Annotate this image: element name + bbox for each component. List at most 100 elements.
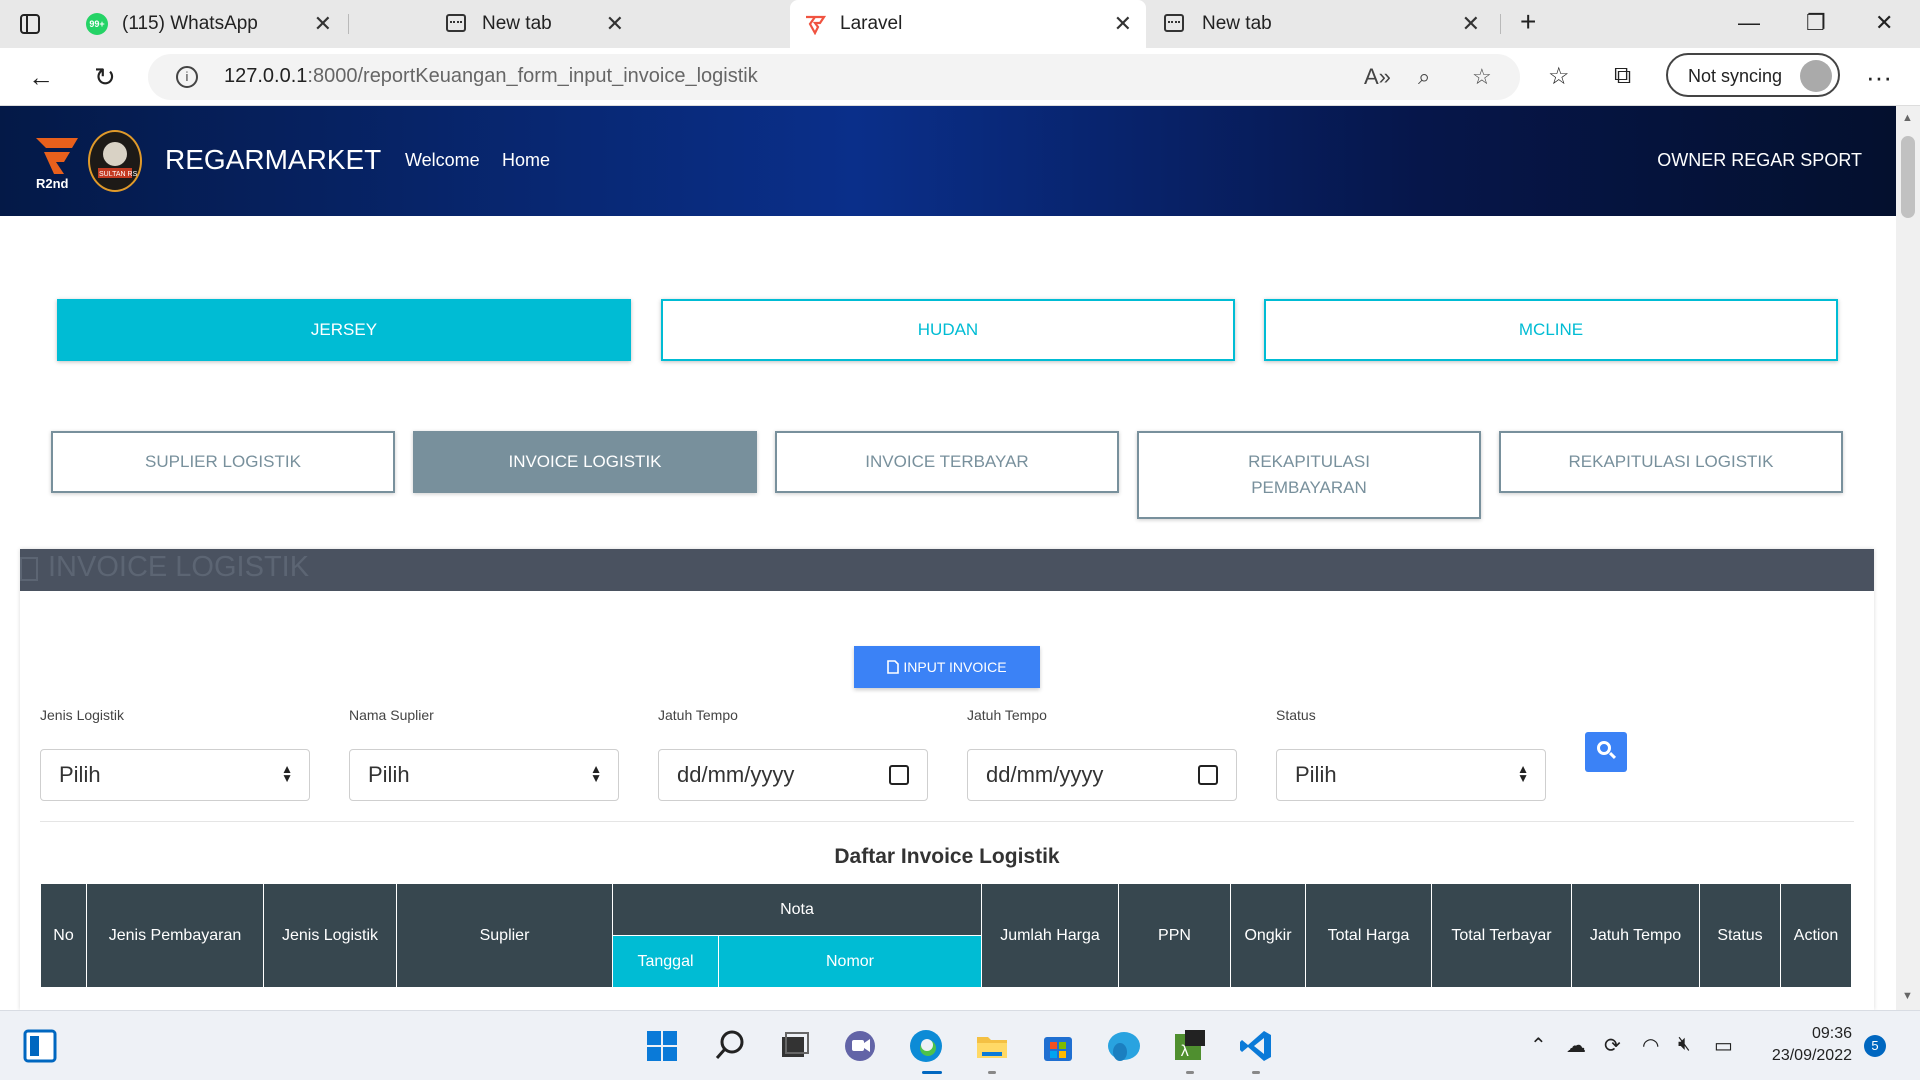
col-total-harga[interactable]: Total Harga — [1305, 883, 1432, 988]
minimize-button[interactable]: — — [1738, 10, 1760, 36]
jenis-logistik-select[interactable]: Pilih ▲ ▼ — [40, 749, 310, 801]
new-tab-button[interactable]: + — [1520, 6, 1536, 38]
scroll-down-icon[interactable]: ▼ — [1902, 990, 1913, 1002]
favorite-add-icon[interactable]: ☆ — [1472, 64, 1492, 90]
profile-sync-button[interactable]: Not syncing — [1666, 53, 1840, 97]
new-tab-icon — [1164, 14, 1184, 32]
file-explorer-icon[interactable] — [974, 1028, 1010, 1064]
col-nomor[interactable]: Nomor — [718, 935, 982, 988]
col-no[interactable]: No — [40, 883, 87, 988]
battery-icon[interactable]: ▭ — [1714, 1033, 1733, 1058]
more-options-icon[interactable]: ··· — [1866, 62, 1892, 93]
restore-button[interactable]: ❐ — [1806, 10, 1826, 36]
teams-chat-icon[interactable] — [842, 1028, 878, 1064]
search-button[interactable] — [1585, 732, 1627, 772]
page-scrollbar[interactable]: ▲ ▼ — [1896, 106, 1920, 1010]
tab-laravel[interactable]: Laravel ✕ — [790, 0, 1146, 48]
close-window-button[interactable]: ✕ — [1875, 10, 1893, 36]
calendar-icon[interactable] — [889, 765, 909, 785]
nav-home[interactable]: Home — [502, 150, 550, 171]
close-tab-icon[interactable]: ✕ — [1114, 11, 1132, 37]
jatuh-tempo-from-input[interactable]: dd/mm/yyyy — [658, 749, 928, 801]
col-ppn[interactable]: PPN — [1118, 883, 1231, 988]
category-jersey-button[interactable]: JERSEY — [57, 299, 631, 361]
back-icon[interactable]: ← — [28, 62, 54, 93]
tab-title: New tab — [482, 13, 552, 34]
sort-caret-icon: ▲ ▼ — [590, 762, 602, 785]
volume-muted-icon[interactable]: 🔇︎ — [1678, 1033, 1691, 1056]
sort-caret-icon: ▲ ▼ — [1517, 762, 1529, 785]
edge-icon[interactable] — [908, 1028, 944, 1064]
wifi-icon[interactable]: ◠ — [1642, 1033, 1659, 1058]
invoice-logistik-button[interactable]: INVOICE LOGISTIK — [413, 431, 757, 493]
start-icon[interactable] — [644, 1028, 680, 1064]
widgets-icon[interactable] — [22, 1028, 58, 1064]
tab-actions-icon[interactable] — [20, 10, 40, 41]
owner-name[interactable]: OWNER REGAR SPORT — [1657, 150, 1862, 171]
notification-badge[interactable]: 5 — [1864, 1035, 1886, 1057]
close-tab-icon[interactable]: ✕ — [314, 11, 332, 37]
col-suplier[interactable]: Suplier — [396, 883, 613, 988]
task-view-icon[interactable] — [776, 1028, 812, 1064]
jatuh-tempo-to-input[interactable]: dd/mm/yyyy — [967, 749, 1237, 801]
svg-text:SULTAN RS: SULTAN RS — [99, 171, 138, 178]
site-info-icon[interactable]: i — [176, 66, 198, 88]
col-jenis-logistik[interactable]: Jenis Logistik — [263, 883, 397, 988]
bird-app-icon[interactable] — [1106, 1028, 1142, 1064]
microsoft-store-icon[interactable] — [1040, 1028, 1076, 1064]
app-indicator — [1186, 1071, 1194, 1074]
app-indicator — [1252, 1071, 1260, 1074]
col-jatuh-tempo[interactable]: Jatuh Tempo — [1571, 883, 1700, 988]
col-jumlah-harga[interactable]: Jumlah Harga — [981, 883, 1119, 988]
category-mcline-button[interactable]: MCLINE — [1264, 299, 1838, 361]
date-placeholder: dd/mm/yyyy — [986, 762, 1104, 787]
invoice-terbayar-button[interactable]: INVOICE TERBAYAR — [775, 431, 1119, 493]
rekapitulasi-pembayaran-button[interactable]: REKAPITULASI PEMBAYARAN — [1137, 431, 1481, 519]
document-icon — [20, 557, 38, 581]
panel-header: INVOICE LOGISTIK — [20, 549, 1874, 591]
show-hidden-icons[interactable]: ⌃ — [1530, 1033, 1547, 1058]
nama-suplier-select[interactable]: Pilih ▲ ▼ — [349, 749, 619, 801]
address-bar[interactable]: i 127.0.0.1:8000/reportKeuangan_form_inp… — [148, 54, 1520, 100]
close-tab-icon[interactable]: ✕ — [1462, 11, 1480, 37]
read-aloud-icon[interactable]: A» — [1364, 64, 1391, 90]
date-placeholder: dd/mm/yyyy — [677, 762, 795, 787]
col-status[interactable]: Status — [1699, 883, 1781, 988]
panel-title: INVOICE LOGISTIK — [48, 551, 310, 583]
scroll-thumb[interactable] — [1901, 136, 1915, 218]
favorites-icon[interactable]: ☆ — [1548, 62, 1570, 91]
close-tab-icon[interactable]: ✕ — [606, 11, 624, 37]
xampp-terminal-icon[interactable]: λ — [1172, 1028, 1208, 1064]
brand-title[interactable]: REGARMARKET — [165, 144, 381, 176]
col-ongkir[interactable]: Ongkir — [1230, 883, 1306, 988]
tab-new-tab-2[interactable]: New tab ✕ — [1150, 0, 1494, 48]
windows-taskbar: λ ⌃ ☁ ⟳ ◠ 🔇︎ ▭ 09:36 23/09/2022 5 — [0, 1010, 1920, 1080]
sync-status-icon[interactable]: ⟳ — [1604, 1033, 1621, 1058]
url-text[interactable]: 127.0.0.1:8000/reportKeuangan_form_input… — [224, 65, 758, 88]
taskbar-clock[interactable]: 09:36 23/09/2022 — [1762, 1023, 1852, 1067]
svg-text:λ: λ — [1180, 1043, 1190, 1061]
search-icon[interactable] — [712, 1028, 748, 1064]
input-invoice-button[interactable]: INPUT INVOICE — [854, 646, 1040, 688]
suplier-logistik-button[interactable]: SUPLIER LOGISTIK — [51, 431, 395, 493]
site-header: R2nd SULTAN RS REGARMARKET Welcome Home … — [0, 106, 1896, 216]
reload-icon[interactable]: ↻ — [94, 62, 116, 93]
nav-welcome[interactable]: Welcome — [405, 150, 480, 171]
status-select[interactable]: Pilih ▲ ▼ — [1276, 749, 1546, 801]
laravel-icon — [806, 15, 826, 35]
filter-label-nama-suplier: Nama Suplier — [349, 707, 434, 723]
rekapitulasi-logistik-button[interactable]: REKAPITULASI LOGISTIK — [1499, 431, 1843, 493]
tab-whatsapp[interactable]: 99+ (115) WhatsApp ✕ — [66, 0, 346, 48]
onedrive-icon[interactable]: ☁ — [1566, 1033, 1586, 1058]
col-tanggal[interactable]: Tanggal — [612, 935, 719, 988]
filter-label-status: Status — [1276, 707, 1316, 723]
col-total-terbayar[interactable]: Total Terbayar — [1431, 883, 1572, 988]
collections-icon[interactable]: ⧉ — [1614, 62, 1631, 90]
calendar-icon[interactable] — [1198, 765, 1218, 785]
category-hudan-button[interactable]: HUDAN — [661, 299, 1235, 361]
col-jenis-pembayaran[interactable]: Jenis Pembayaran — [86, 883, 264, 988]
tab-new-tab-1[interactable]: New tab ✕ — [350, 0, 638, 48]
zoom-icon[interactable]: ⌕ — [1418, 64, 1430, 90]
scroll-up-icon[interactable]: ▲ — [1902, 112, 1913, 124]
vscode-icon[interactable] — [1238, 1028, 1274, 1064]
